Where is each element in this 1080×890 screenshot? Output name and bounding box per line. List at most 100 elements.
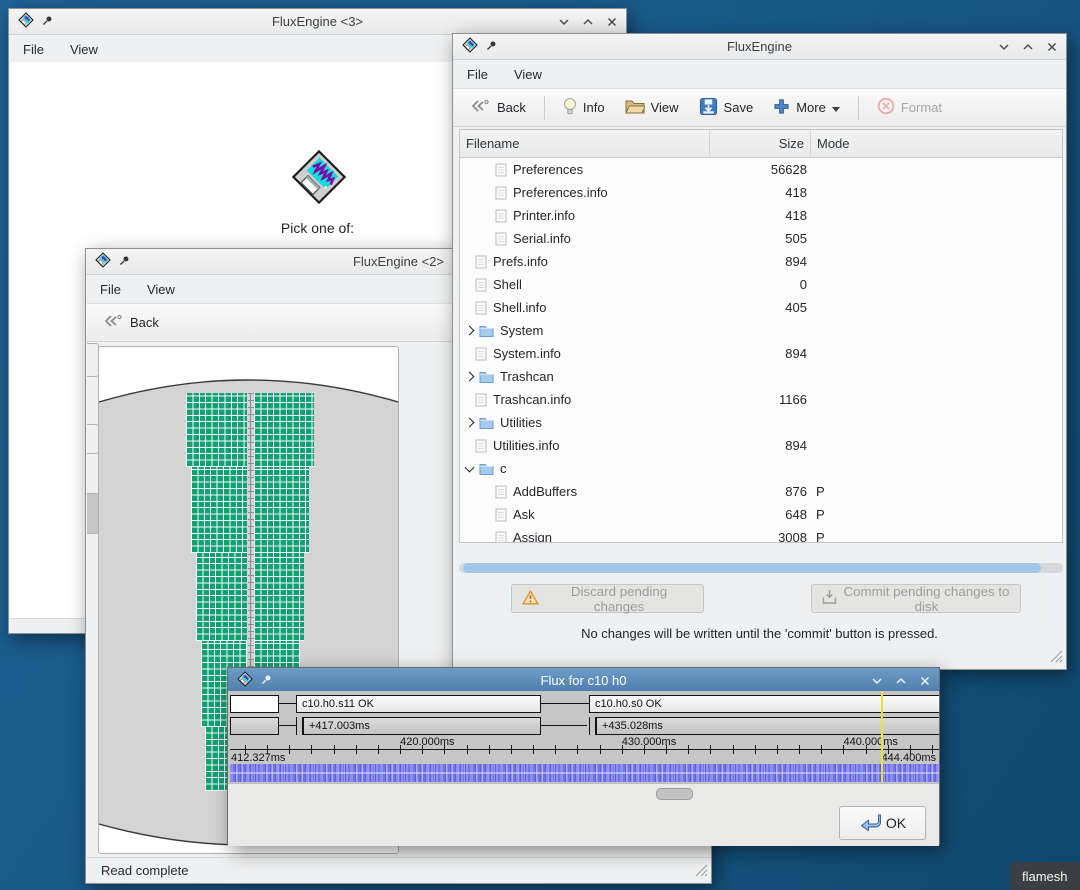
menu-file[interactable]: File [100,282,121,297]
sector-box[interactable]: c10.h0.s0 OK [589,695,939,713]
filename-cell: c [460,461,710,476]
maximize-icon[interactable] [1022,41,1034,53]
axis-tick [821,745,822,754]
close-icon[interactable] [1046,41,1058,53]
splitter-handle[interactable] [656,788,693,800]
shade-icon[interactable] [558,16,570,28]
table-row[interactable]: Shell.info405 [460,296,1062,319]
table-row[interactable]: AddBuffers876P [460,480,1062,503]
table-row[interactable]: Preferences56628 [460,158,1062,181]
horizontal-scrollbar[interactable] [459,563,1063,573]
commit-changes-button[interactable]: Commit pending changes to disk [811,584,1021,613]
window-fluxengine-files: FluxEngine File View Back Info Vie [452,33,1067,670]
cursor-line [881,691,883,782]
menu-file[interactable]: File [467,67,488,82]
table-row[interactable]: Preferences.info418 [460,181,1062,204]
table-row[interactable]: Ask648P [460,503,1062,526]
filename-cell: Printer.info [460,208,710,223]
statusbar: Read complete [86,857,711,883]
track-blocks[interactable] [191,467,247,553]
table-row[interactable]: Assign3008P [460,526,1062,542]
table-row[interactable]: Printer.info418 [460,204,1062,227]
timing-box[interactable] [230,717,279,735]
resize-grip[interactable] [695,864,708,880]
table-row[interactable]: c [460,457,1062,480]
timing-box[interactable]: +417.003ms [303,717,541,735]
flux-density-strip[interactable] [230,764,939,782]
table-row[interactable]: Shell0 [460,273,1062,296]
axis-tick [289,745,290,754]
table-row[interactable]: System [460,319,1062,342]
caret-down-icon [832,100,840,115]
warning-icon [522,590,539,608]
filename-cell: Preferences [460,162,710,177]
size-cell: 3008 [710,530,811,542]
scrollbar-thumb[interactable] [463,563,1041,573]
format-button[interactable]: Format [871,94,948,121]
axis-tick [710,745,711,754]
track-blocks[interactable] [186,393,247,467]
mode-cell: P [811,484,1062,499]
resize-grip[interactable] [1050,650,1063,666]
open-folder-icon [625,98,645,117]
table-row[interactable]: System.info894 [460,342,1062,365]
table-row[interactable]: Trashcan.info1166 [460,388,1062,411]
file-name: Ask [513,507,535,522]
cancel-icon [877,97,895,118]
document-icon [495,531,507,543]
menubar: File View [453,60,1066,89]
view-button[interactable]: View [619,95,685,120]
titlebar[interactable]: FluxEngine <3> [9,9,626,35]
save-button[interactable]: Save [693,94,760,122]
flux-canvas[interactable]: c10.h0.s11 OK c10.h0.s0 OK +417.003ms +4… [228,691,939,783]
table-row[interactable]: Utilities [460,411,1062,434]
table-row[interactable]: Trashcan [460,365,1062,388]
table-row[interactable]: Prefs.info894 [460,250,1062,273]
menu-view[interactable]: View [514,67,542,82]
window-title: FluxEngine <3> [9,14,626,29]
titlebar[interactable]: FluxEngine [453,34,1066,60]
maximize-icon[interactable] [895,675,907,687]
menu-view[interactable]: View [147,282,175,297]
discard-changes-button[interactable]: Discard pending changes [511,584,704,613]
chevron-right-icon[interactable] [465,372,475,382]
track-blocks[interactable] [254,393,314,467]
file-name: Serial.info [513,231,571,246]
close-icon[interactable] [919,675,931,687]
menu-view[interactable]: View [70,42,98,57]
menu-file[interactable]: File [23,42,44,57]
track-blocks[interactable] [254,553,304,641]
back-button[interactable]: Back [96,310,165,335]
chevron-right-icon[interactable] [465,418,475,428]
close-icon[interactable] [606,16,618,28]
timing-box[interactable]: +435.028ms [596,717,939,735]
chevron-down-icon[interactable] [465,462,475,472]
more-button[interactable]: More [767,95,846,121]
table-row[interactable]: Serial.info 505 [460,227,1062,250]
table-header[interactable]: Filename Size Mode [460,130,1062,158]
back-button[interactable]: Back [463,95,532,120]
track-blocks[interactable] [196,553,247,641]
axis-tick [311,745,312,754]
table-row[interactable]: Utilities.info894 [460,434,1062,457]
info-button[interactable]: Info [557,94,611,122]
ok-button[interactable]: OK [839,806,926,840]
column-header-filename[interactable]: Filename [460,130,710,157]
column-header-mode[interactable]: Mode [811,130,1062,157]
shade-icon[interactable] [871,675,883,687]
sector-box[interactable]: c10.h0.s11 OK [296,695,541,713]
axis-end-label: 444.400ms [882,752,936,764]
column-header-size[interactable]: Size [710,130,811,157]
folder-icon [479,324,494,337]
shade-icon[interactable] [998,41,1010,53]
sector-box[interactable] [230,695,279,713]
maximize-icon[interactable] [582,16,594,28]
size-cell: 505 [710,231,811,246]
size-cell: 894 [710,346,811,361]
file-name: Trashcan.info [493,392,571,407]
axis-start-label: 412.327ms [231,752,285,764]
file-name: Preferences [513,162,583,177]
save-icon [699,97,718,119]
chevron-right-icon[interactable] [465,326,475,336]
track-blocks[interactable] [254,467,309,553]
